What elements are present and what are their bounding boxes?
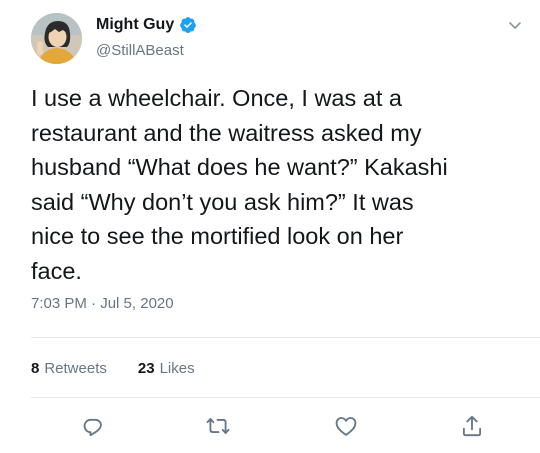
- avatar-image: [31, 13, 82, 64]
- avatar[interactable]: [31, 13, 82, 64]
- chevron-down-icon[interactable]: [506, 16, 524, 34]
- tweet-text-line: nice to see the mortified look on her: [31, 223, 404, 249]
- timestamp-separator: ·: [91, 295, 97, 312]
- likes-stat[interactable]: 23 Likes: [138, 360, 195, 377]
- likes-label: Likes: [159, 360, 195, 377]
- like-icon[interactable]: [333, 413, 359, 439]
- retweets-stat[interactable]: 8 Retweets: [31, 360, 107, 377]
- likes-count: 23: [137, 360, 155, 377]
- tweet-text-line: husband “What does he want?” Kakashi: [31, 154, 448, 180]
- tweet-date[interactable]: Jul 5, 2020: [100, 295, 173, 312]
- tweet-text-line: said “Why don’t you ask him?” It was: [31, 188, 414, 215]
- tweet-text-line: restaurant and the waitress asked my: [31, 119, 422, 146]
- tweet-timestamp: 7:03 PM · Jul 5, 2020: [31, 295, 174, 312]
- tweet-card: Might Guy @StillABeast I use a wheelchai…: [0, 0, 540, 453]
- retweets-label: Retweets: [44, 360, 107, 377]
- author-name-row[interactable]: Might Guy: [96, 16, 197, 34]
- author-handle[interactable]: @StillABeast: [96, 42, 184, 59]
- tweet-text-line: I use a wheelchair. Once, I was at a: [31, 85, 402, 111]
- reply-icon[interactable]: [80, 413, 106, 439]
- tweet-actions: [0, 413, 540, 439]
- retweets-count: 8: [31, 360, 40, 377]
- tweet-time[interactable]: 7:03 PM: [31, 295, 87, 312]
- divider: [31, 397, 540, 398]
- display-name[interactable]: Might Guy: [96, 16, 174, 34]
- tweet-text: I use a wheelchair. Once, I was at a res…: [31, 81, 521, 288]
- tweet-text-line: face.: [31, 257, 82, 284]
- divider: [31, 337, 540, 338]
- retweet-icon[interactable]: [205, 413, 231, 439]
- share-icon[interactable]: [459, 413, 485, 439]
- verified-badge-icon: [179, 16, 197, 34]
- tweet-stats: 8 Retweets 23 Likes: [31, 360, 195, 377]
